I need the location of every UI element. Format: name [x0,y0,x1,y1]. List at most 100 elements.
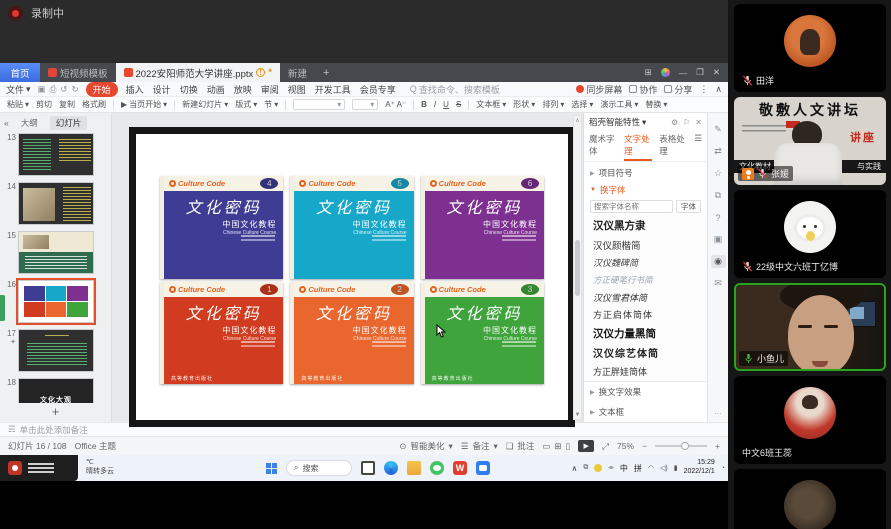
file-explorer-icon[interactable] [407,461,421,475]
paste-button[interactable]: 粘贴▾ [7,99,29,110]
menu-transition[interactable]: 切换 [179,83,199,96]
menu-view[interactable]: 视图 [287,83,307,96]
smart-features-icon[interactable]: ◉ [711,255,726,268]
section-bullets[interactable]: ▶项目符号 [584,162,707,179]
fit-slide-icon[interactable]: ⤢ [602,441,609,452]
font-item[interactable]: 汉仪雪君体简 [593,291,698,304]
image-pane-icon[interactable]: ▣ [711,233,726,246]
doc-tab-1[interactable]: 短视频模板 [40,63,116,82]
wifi-icon[interactable]: ◠ [648,464,654,472]
collapse-panel-icon[interactable]: « [4,118,9,128]
sorter-view-icon[interactable]: ⊞ [554,441,561,452]
menu-insert[interactable]: 插入 [125,83,145,96]
close-button[interactable]: ✕ [713,67,720,78]
font-item[interactable]: 方正硬笔行书简 [593,274,698,286]
font-item[interactable]: 汉仪力量黑简 [593,326,698,341]
participant-tile[interactable]: 中文6班王蕊 [734,376,886,464]
underline-button[interactable]: U [443,100,449,109]
volume-icon[interactable]: ◁) [660,464,668,472]
participant-tile[interactable]: 22级中文六班丁亿博 [734,190,886,278]
font-item[interactable]: 方正胖娃简体 [593,365,698,378]
restore-button[interactable]: ❐ [696,67,704,78]
taskbar-search[interactable]: ⌕搜索 [286,460,352,476]
panel-tab-text[interactable]: 文字处理 [624,132,652,161]
thumbnail-14[interactable]: 14 [2,182,107,225]
font-item[interactable]: 汉仪综艺体简 [593,345,698,360]
font-item[interactable]: 汉仪颜楷简 [593,238,698,252]
ime-pinyin-icon[interactable]: 拼 [634,463,642,474]
current-slide[interactable]: Culture Code4 文化密码中国文化教程Chinese Culture … [129,127,575,427]
panel-tab-table[interactable]: 表格处理 [659,132,687,161]
thumbnail-15[interactable]: 15 [2,231,107,274]
normal-view-icon[interactable]: ▭ [542,441,550,452]
favorites-icon[interactable]: ☆ [711,167,726,180]
edge-browser-icon[interactable] [384,461,398,475]
reading-view-icon[interactable]: ▯ [566,441,571,452]
panel-pin-icon[interactable]: ⚐ [683,118,690,127]
skin-icon[interactable] [661,68,670,77]
thumbnail-17[interactable]: 17✦ [2,329,107,372]
panel-tab-magic-font[interactable]: 魔术字体 [589,132,617,161]
zoom-out-button[interactable]: − [642,441,647,451]
coop-button[interactable]: 协作 [629,83,657,96]
zoom-slider[interactable] [655,445,707,447]
font-filter-button[interactable]: 字体 [676,200,701,213]
italic-button[interactable]: I [434,100,436,109]
help-icon[interactable]: ? [711,211,726,224]
more-tools-icon[interactable]: ··· [714,409,722,418]
section-change-font[interactable]: ▼换字体 [584,179,707,196]
section-textbox[interactable]: ▶文本框 [584,402,707,422]
new-tab-button[interactable]: + [315,63,337,82]
animation-pane-icon[interactable]: ⇄ [711,145,726,158]
bold-button[interactable]: B [421,100,427,109]
font-item[interactable]: 方正启体简体 [593,308,698,321]
undo-icon[interactable]: ↺ [60,84,67,95]
layout-icon[interactable]: ⊞ [645,67,652,78]
comments-button[interactable]: ❏批注 [506,440,535,452]
more-icon[interactable]: ⋮ [699,84,708,95]
tab-outline[interactable]: 大纲 [15,116,44,130]
slide-canvas[interactable]: Culture Code4 文化密码中国文化教程Chinese Culture … [112,113,583,422]
wechat-icon[interactable] [430,461,444,475]
cut-button[interactable]: 剪切 [36,99,52,110]
menu-devtools[interactable]: 开发工具 [314,83,352,96]
zoom-in-button[interactable]: + [715,441,720,451]
font-search-input[interactable] [590,200,673,213]
doc-tab-active[interactable]: 2022安阳师范大学讲座.pptx ! * [116,63,280,82]
meeting-app-icon[interactable] [476,461,490,475]
shape-button[interactable]: 形状▾ [513,99,535,110]
taskbar-clock[interactable]: 15:29 2022/12/1 [684,459,715,477]
menu-design[interactable]: 设计 [152,83,172,96]
textbox-button[interactable]: 文本框▾ [476,99,506,110]
section-button[interactable]: 节▾ [264,99,278,110]
file-menu[interactable]: 文件▾ [6,83,31,96]
strike-button[interactable]: S [456,100,461,109]
task-view-icon[interactable] [361,461,375,475]
tray-expand-icon[interactable]: ∧ [571,464,577,473]
layout-button[interactable]: 版式▾ [235,99,257,110]
copy-button[interactable]: 复制 [59,99,75,110]
participant-tile[interactable]: 敬敷人文讲坛 讲座 文化教材 与实践 张媛 [734,97,886,185]
replace-button[interactable]: 替换▾ [645,99,667,110]
zoom-slider-knob[interactable] [681,442,689,450]
battery-icon[interactable]: ▮ [674,464,678,472]
collapse-ribbon-icon[interactable]: ∧ [715,84,722,95]
menu-animation[interactable]: 动画 [206,83,226,96]
menu-start[interactable]: 开始 [86,82,118,97]
start-button[interactable] [266,463,277,474]
sync-screen-button[interactable]: 同步屏幕 [576,83,622,96]
style-brush-icon[interactable]: ✎ [711,123,726,136]
notification-icon[interactable]: ◔ [721,465,725,472]
save-icon[interactable]: ▣ [38,84,46,95]
tab-slides[interactable]: 幻灯片 [50,116,88,130]
font-grow-shrink-buttons[interactable]: A⁺ A⁻ [385,100,406,109]
present-tools-button[interactable]: 演示工具▾ [600,99,638,110]
font-item[interactable]: 汉仪黑方隶 [593,218,698,233]
wps-taskbar-icon[interactable]: W [453,461,467,475]
menu-slideshow[interactable]: 放映 [233,83,253,96]
notes-toggle-button[interactable]: ☰备注▾ [461,440,498,452]
thumbnail-13[interactable]: 13 [2,133,107,176]
minimize-button[interactable]: — [679,68,688,78]
participant-tile-active-speaker[interactable]: 小鱼儿 [734,283,886,371]
redo-icon[interactable]: ↻ [72,84,79,95]
